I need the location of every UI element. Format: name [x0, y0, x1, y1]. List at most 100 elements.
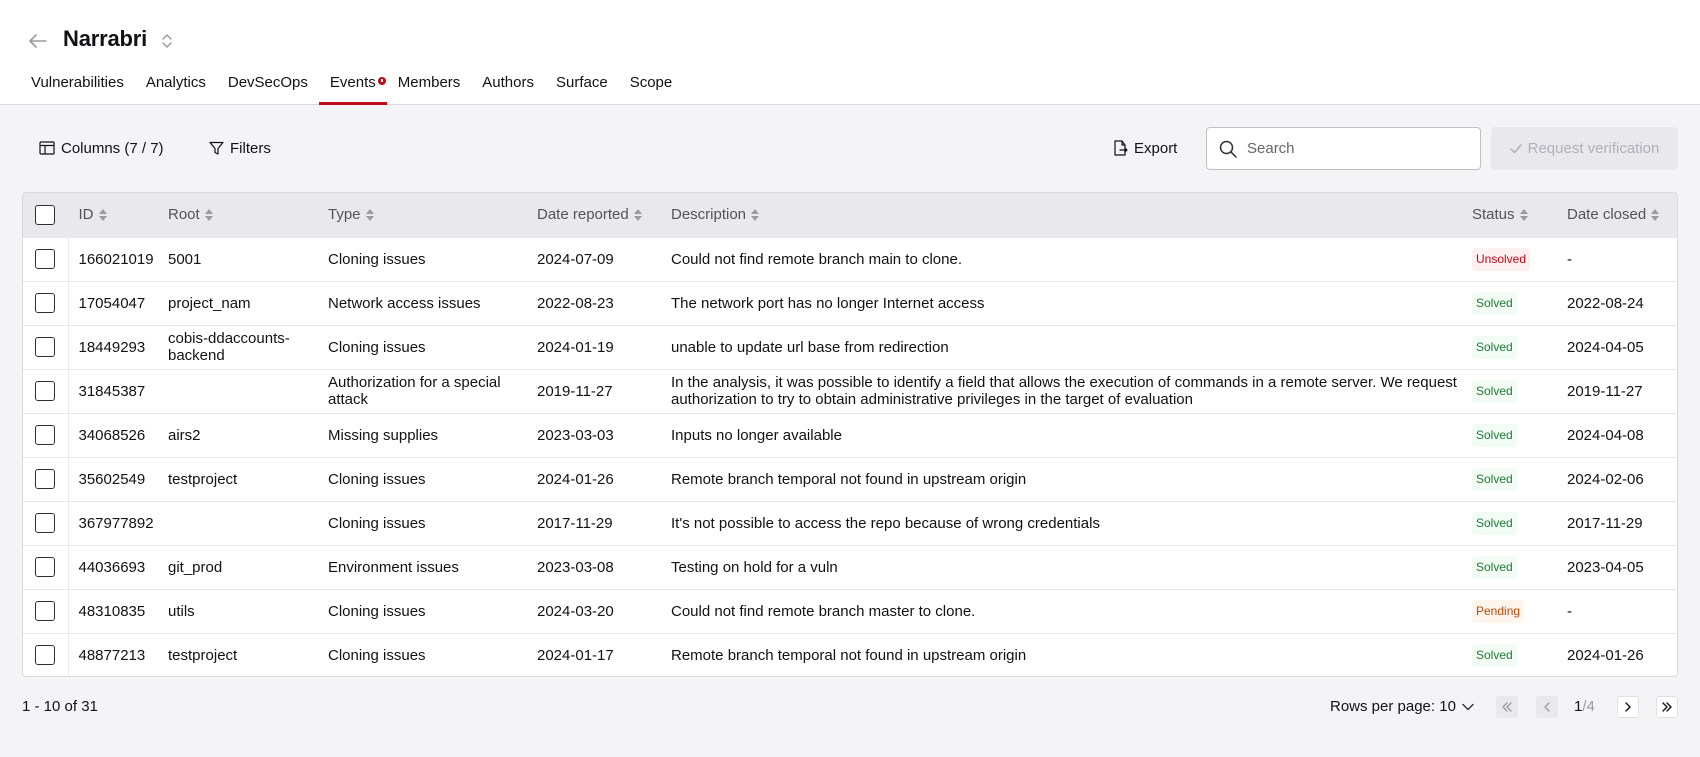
row-select-cell: [23, 325, 69, 369]
cell-date-reported: 2024-03-20: [537, 602, 614, 620]
cell-description: Could not find remote branch main to clo…: [671, 250, 962, 268]
row-checkbox[interactable]: [35, 601, 56, 621]
status-badge: Solved: [1472, 379, 1517, 403]
status-badge: Solved: [1472, 335, 1517, 359]
previous-page-button[interactable]: [1536, 696, 1558, 718]
first-page-button[interactable]: [1496, 696, 1518, 718]
table-row[interactable]: 166021019 5001 Cloning issues 2024-07-09 Cou…: [23, 237, 1677, 281]
row-checkbox[interactable]: [35, 381, 56, 401]
cell-status: Solved: [1472, 545, 1557, 589]
column-header-type[interactable]: Type: [318, 193, 527, 237]
table-row[interactable]: 17054047 project_nam Network access issues…: [23, 281, 1677, 325]
cell-date-reported: 2017-11-29: [537, 514, 613, 532]
row-select-cell: [23, 237, 69, 281]
tab-vulnerabilities[interactable]: Vulnerabilities: [20, 70, 135, 105]
column-header-date-reported[interactable]: Date reported: [527, 193, 661, 237]
cell-root: project_nam: [168, 294, 251, 312]
cell-date-closed: 2024-04-05: [1567, 338, 1644, 356]
export-button[interactable]: Export: [1112, 136, 1177, 160]
cell-id: 34068526: [78, 426, 146, 444]
switch-group-icon[interactable]: [158, 32, 176, 50]
cell-type: Cloning issues: [328, 602, 426, 620]
cell-id: 18449293: [78, 338, 146, 356]
select-all-cell: [23, 193, 69, 237]
cell-type: Authorization for a special attack: [328, 374, 501, 408]
column-header-description[interactable]: Description: [661, 193, 1472, 237]
row-checkbox[interactable]: [35, 513, 56, 533]
chevron-right-icon: [1625, 702, 1631, 712]
pagination-range: 1 - 10 of 31: [22, 698, 98, 715]
row-checkbox[interactable]: [35, 425, 56, 445]
cell-status: Pending: [1472, 589, 1557, 633]
tab-events[interactable]: Events: [318, 70, 387, 105]
back-arrow-icon[interactable]: [27, 30, 49, 52]
tab-surface[interactable]: Surface: [545, 70, 619, 105]
table-row[interactable]: 44036693 git_prod Environment issues 2023-0…: [23, 545, 1677, 589]
cell-id: 367977892: [78, 514, 154, 532]
sort-icon: [633, 208, 642, 221]
columns-button[interactable]: Columns (7 / 7): [39, 136, 164, 160]
status-badge: Solved: [1472, 643, 1517, 667]
row-checkbox[interactable]: [35, 293, 56, 313]
row-select-cell: [23, 281, 69, 325]
tab-members[interactable]: Members: [387, 70, 472, 105]
cell-root: git_prod: [168, 558, 223, 576]
tab-scope[interactable]: Scope: [619, 70, 684, 105]
table-row[interactable]: 48310835 utils Cloning issues 2024-03-20 Cou…: [23, 589, 1677, 633]
tab-devsecops[interactable]: DevSecOps: [217, 70, 319, 105]
table-row[interactable]: 367977892 Cloning issues 2017-11-29 It's no…: [23, 501, 1677, 545]
status-badge: Solved: [1472, 555, 1517, 579]
cell-status: Solved: [1472, 281, 1557, 325]
cell-date-closed: 2023-04-05: [1567, 558, 1644, 576]
row-select-cell: [23, 589, 69, 633]
last-page-button[interactable]: [1656, 696, 1678, 718]
filters-button[interactable]: Filters: [209, 136, 271, 160]
chevron-left-icon: [1544, 702, 1550, 712]
cell-id: 31845387: [78, 382, 146, 400]
cell-description: Could not find remote branch master to c…: [671, 602, 976, 620]
row-checkbox[interactable]: [35, 337, 56, 357]
cell-root: utils: [168, 602, 195, 620]
table-row[interactable]: 48877213 testproject Cloning issues 2024-01…: [23, 633, 1677, 676]
cell-date-closed: 2019-11-27: [1567, 382, 1643, 400]
column-header-root[interactable]: Root: [158, 193, 318, 237]
tab-analytics[interactable]: Analytics: [135, 70, 217, 105]
search-input[interactable]: [1247, 140, 1457, 157]
select-all-checkbox[interactable]: [35, 204, 56, 225]
cell-date-reported: 2024-01-19: [537, 338, 614, 356]
cell-id: 48310835: [78, 602, 146, 620]
table-row[interactable]: 31845387 Authorization for a special atta…: [23, 369, 1677, 413]
cell-description: Remote branch temporal not found in upst…: [671, 470, 1027, 488]
request-verification-button[interactable]: Request verification: [1491, 127, 1678, 170]
row-select-cell: [23, 545, 69, 589]
row-checkbox[interactable]: [35, 557, 56, 577]
next-page-button[interactable]: [1617, 696, 1639, 718]
row-checkbox[interactable]: [35, 249, 56, 269]
row-checkbox[interactable]: [35, 645, 56, 666]
table-row[interactable]: 34068526 airs2 Missing supplies 2023-03-03 I…: [23, 413, 1677, 457]
cell-id: 48877213: [78, 646, 146, 664]
sort-icon: [365, 208, 374, 221]
cell-type: Cloning issues: [328, 514, 426, 532]
chevron-down-icon: [1462, 703, 1474, 710]
export-icon: [1114, 140, 1128, 156]
rows-per-page-select[interactable]: Rows per page: 10: [1330, 698, 1474, 715]
column-header-status[interactable]: Status: [1472, 193, 1557, 237]
column-header-id[interactable]: ID: [68, 193, 158, 237]
row-checkbox[interactable]: [35, 469, 56, 489]
page-indicator: 1/4: [1574, 698, 1595, 715]
cell-description: unable to update url base from redirecti…: [671, 338, 949, 356]
tab-bar: Vulnerabilities Analytics DevSecOps Even…: [20, 70, 683, 105]
tab-authors[interactable]: Authors: [471, 70, 545, 105]
status-badge: Pending: [1472, 599, 1525, 623]
cell-id: 44036693: [78, 558, 146, 576]
cell-id: 35602549: [78, 470, 146, 488]
column-header-date-closed[interactable]: Date closed: [1557, 193, 1677, 237]
cell-date-reported: 2024-01-17: [537, 646, 614, 664]
cell-status: Solved: [1472, 413, 1557, 457]
row-select-cell: [23, 369, 69, 413]
chevrons-right-icon: [1662, 702, 1672, 712]
sort-icon: [204, 208, 213, 221]
table-row[interactable]: 35602549 testproject Cloning issues 2024-01…: [23, 457, 1677, 501]
table-row[interactable]: 18449293 cobis-ddaccounts-backend Cloning …: [23, 325, 1677, 369]
